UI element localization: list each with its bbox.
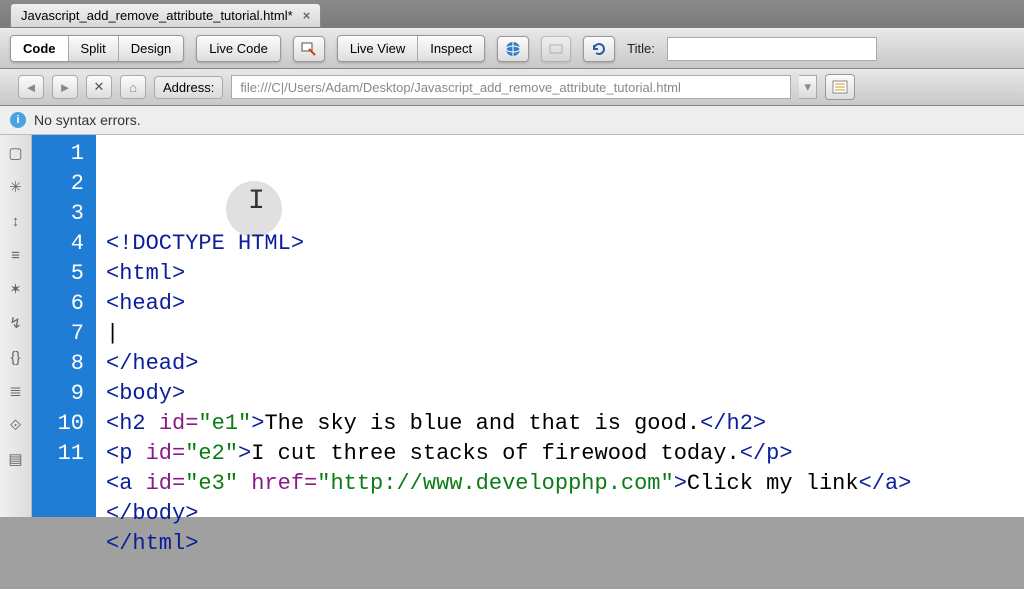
view-mode-group: Code Split Design [10, 35, 184, 62]
back-icon[interactable]: ◄ [18, 75, 44, 99]
design-button[interactable]: Design [119, 36, 183, 61]
wrap-tag-icon[interactable]: ⟐ [6, 415, 26, 435]
line-number: 5 [32, 259, 84, 289]
tab-title: Javascript_add_remove_attribute_tutorial… [21, 8, 293, 23]
apply-comment-icon[interactable]: ≣ [6, 381, 26, 401]
code-line: <body> [106, 381, 185, 406]
tab-bar: Javascript_add_remove_attribute_tutorial… [0, 0, 1024, 28]
address-input[interactable] [231, 75, 791, 99]
line-number: 7 [32, 319, 84, 349]
line-number: 8 [32, 349, 84, 379]
code-line: <head> [106, 291, 185, 316]
home-icon[interactable]: ⌂ [120, 75, 146, 99]
line-number: 2 [32, 169, 84, 199]
editor-area: ▢ ✳ ↕ ≡ ✶ ↯ {} ≣ ⟐ ▤ 1 2 3 4 5 6 7 8 9 1… [0, 135, 1024, 517]
line-numbers-icon[interactable]: ≡ [6, 245, 26, 265]
code-line: <!DOCTYPE HTML> [106, 231, 304, 256]
live-view-group: Live View Inspect [337, 35, 485, 62]
line-number: 1 [32, 139, 84, 169]
open-documents-icon[interactable]: ▢ [6, 143, 26, 163]
info-icon: i [10, 112, 26, 128]
live-code-button[interactable]: Live Code [197, 36, 280, 61]
code-line: </body> [106, 501, 198, 526]
sites-list-icon[interactable] [825, 74, 855, 100]
line-number-gutter: 1 2 3 4 5 6 7 8 9 10 11 [32, 135, 96, 517]
code-line: <h2 id="e1">The sky is blue and that is … [106, 411, 766, 436]
code-line: </html> [106, 531, 198, 556]
inspect-tool-icon[interactable] [293, 36, 325, 62]
line-number: 11 [32, 439, 84, 469]
code-button[interactable]: Code [11, 36, 69, 61]
address-label: Address: [154, 76, 223, 99]
title-input[interactable] [667, 37, 877, 61]
balance-braces-icon[interactable]: {} [6, 347, 26, 367]
visual-aids-icon[interactable] [541, 36, 571, 62]
close-icon[interactable]: × [303, 8, 311, 23]
code-editor[interactable]: I <!DOCTYPE HTML> <html> <head> | </head… [96, 135, 1024, 517]
address-dropdown-icon[interactable]: ▾ [799, 75, 817, 99]
highlight-invalid-icon[interactable]: ✶ [6, 279, 26, 299]
code-tools-gutter: ▢ ✳ ↕ ≡ ✶ ↯ {} ≣ ⟐ ▤ [0, 135, 32, 517]
split-button[interactable]: Split [69, 36, 119, 61]
line-number: 10 [32, 409, 84, 439]
text-cursor-icon: I [248, 187, 265, 217]
inspect-button[interactable]: Inspect [418, 36, 484, 61]
collapse-tag-icon[interactable]: ↕ [6, 211, 26, 231]
address-bar: ◄ ► ✕ ⌂ Address: ▾ [0, 69, 1024, 106]
forward-icon[interactable]: ► [52, 75, 78, 99]
code-line: <a id="e3" href="http://www.developphp.c… [106, 471, 911, 496]
file-tab[interactable]: Javascript_add_remove_attribute_tutorial… [10, 3, 321, 27]
caret: | [106, 321, 119, 346]
syntax-status-bar: i No syntax errors. [0, 106, 1024, 135]
line-number: 3 [32, 199, 84, 229]
show-code-navigator-icon[interactable]: ✳ [6, 177, 26, 197]
code-line: </head> [106, 351, 198, 376]
code-line: <p id="e2">I cut three stacks of firewoo… [106, 441, 793, 466]
code-line: <html> [106, 261, 185, 286]
live-code-group: Live Code [196, 35, 281, 62]
title-label: Title: [627, 41, 655, 56]
line-number: 9 [32, 379, 84, 409]
line-number: 6 [32, 289, 84, 319]
browser-preview-icon[interactable] [497, 36, 529, 62]
refresh-icon[interactable] [583, 36, 615, 62]
live-view-button[interactable]: Live View [338, 36, 418, 61]
recent-snippets-icon[interactable]: ▤ [6, 449, 26, 469]
line-number: 4 [32, 229, 84, 259]
status-text: No syntax errors. [34, 112, 141, 128]
main-toolbar: Code Split Design Live Code Live View In… [0, 28, 1024, 69]
stop-icon[interactable]: ✕ [86, 75, 112, 99]
select-parent-tag-icon[interactable]: ↯ [6, 313, 26, 333]
